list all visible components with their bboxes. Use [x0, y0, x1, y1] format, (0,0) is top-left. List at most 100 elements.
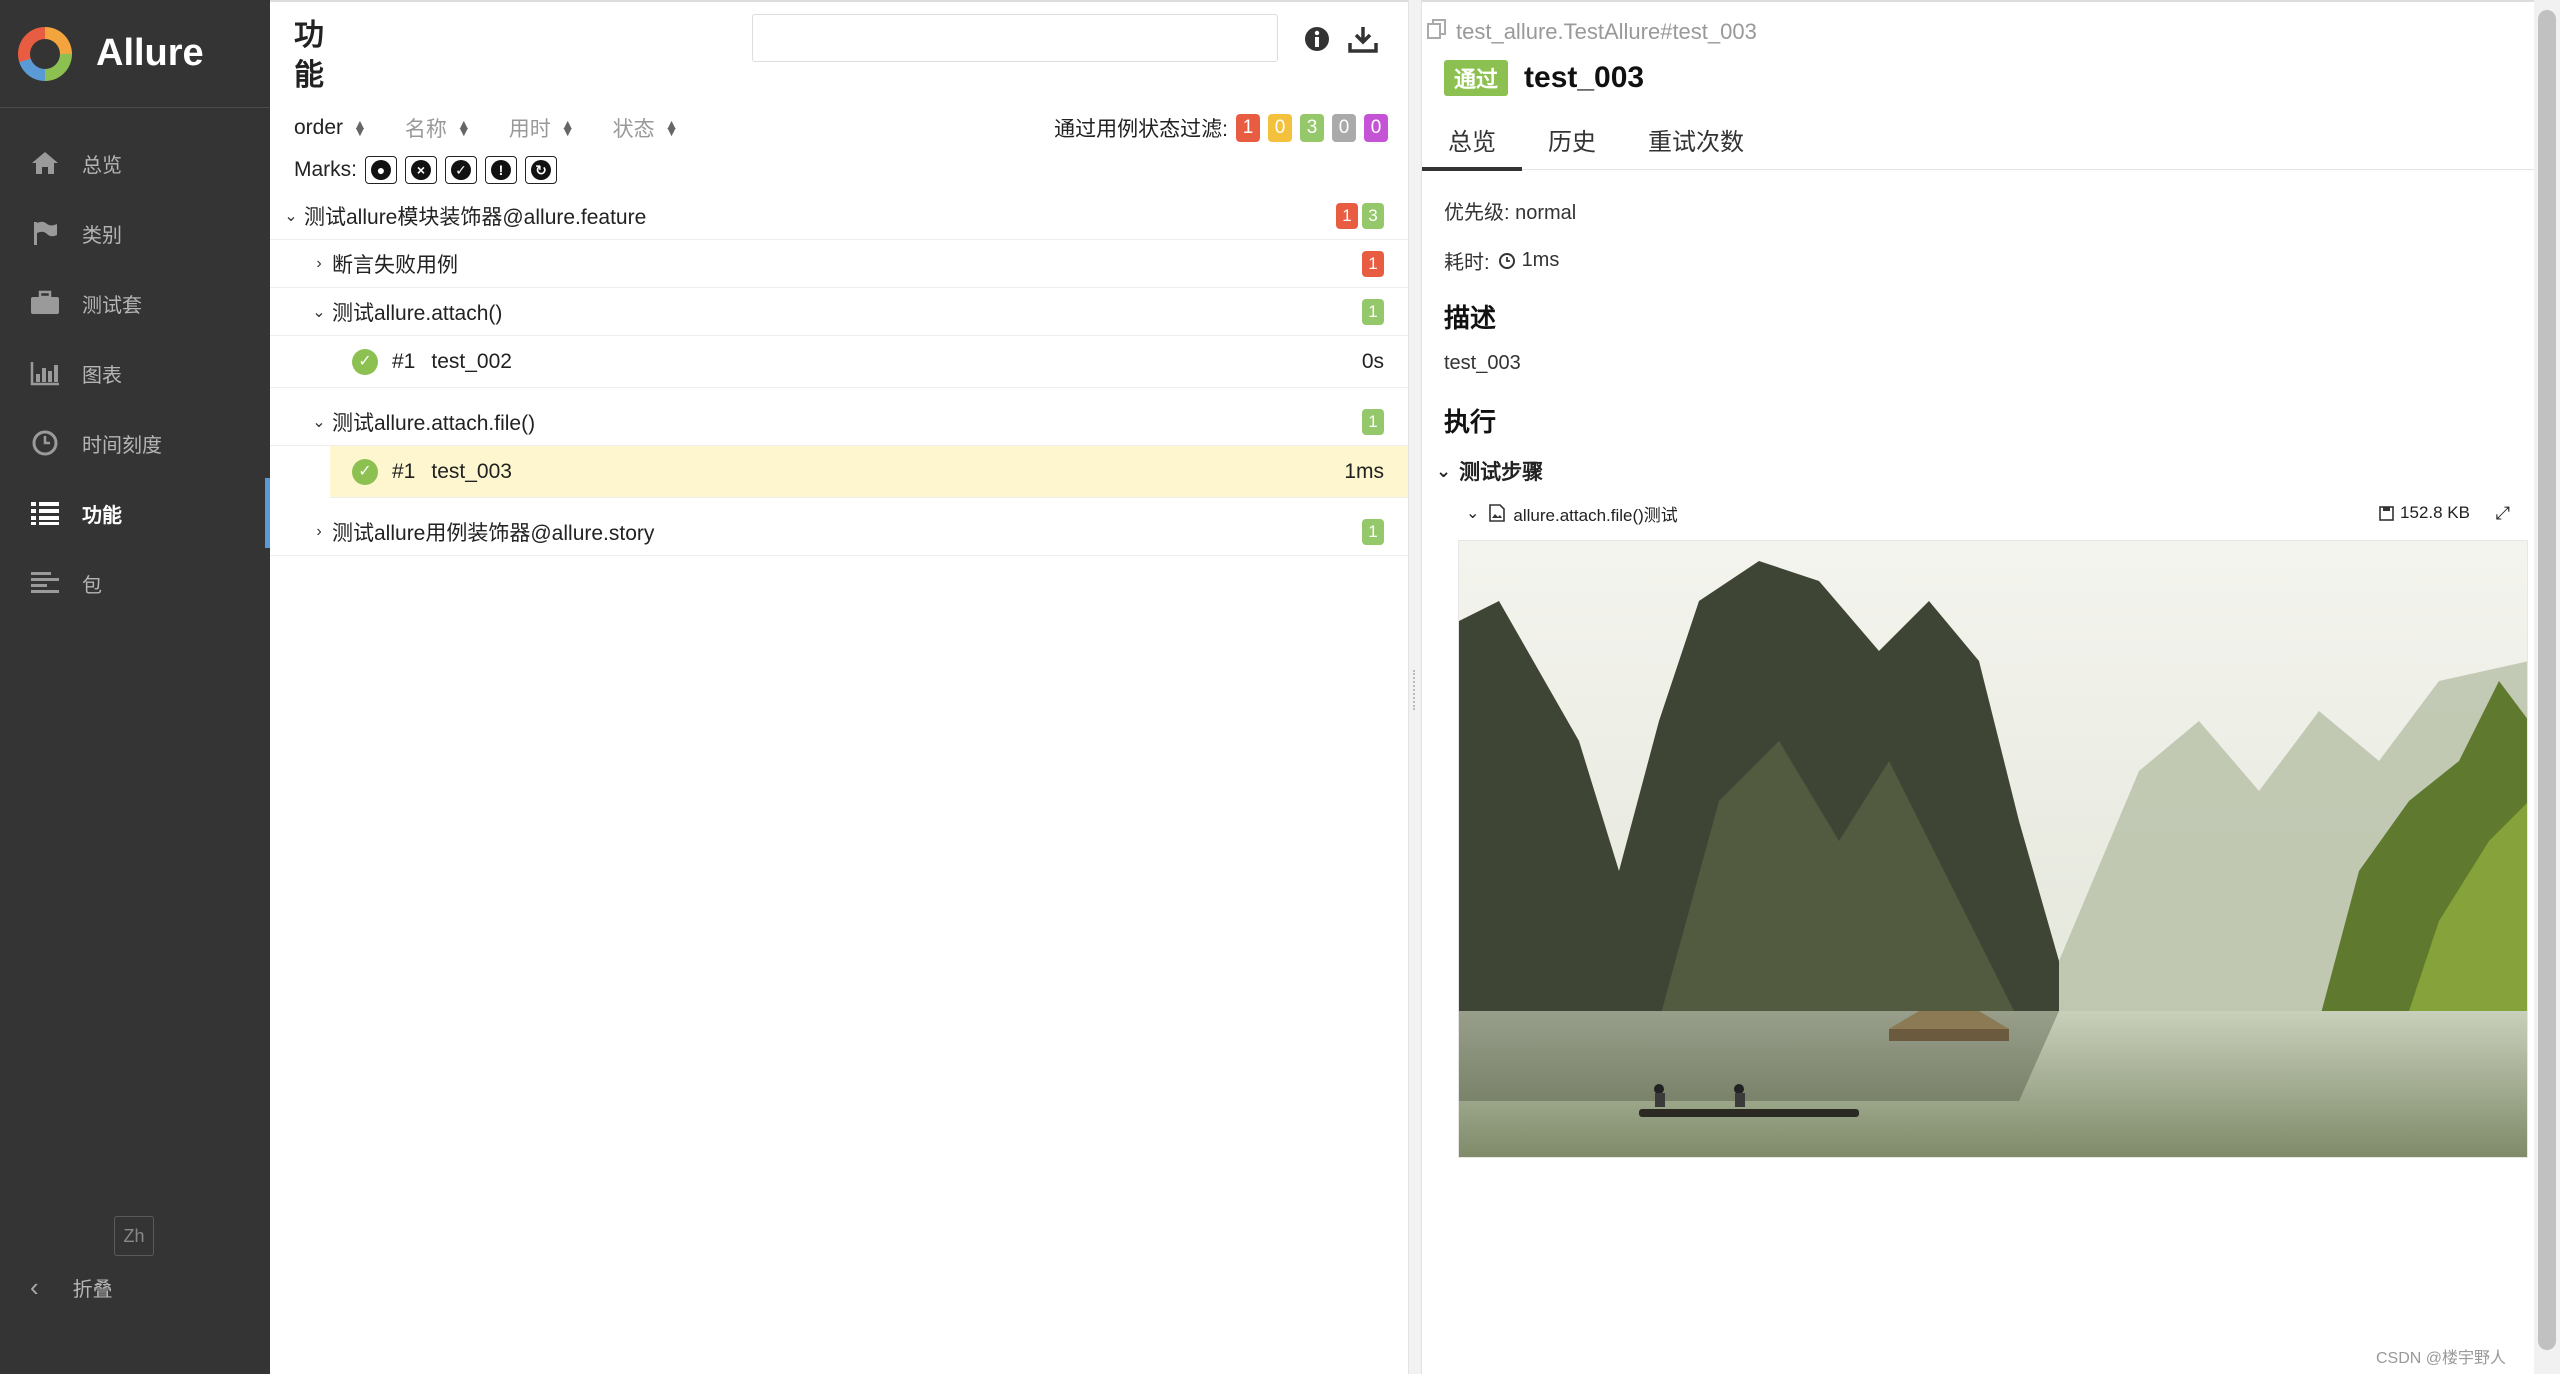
mark-new-passed[interactable]: ✓	[445, 156, 477, 184]
tree-node-label: 测试allure用例装饰器@allure.story	[332, 521, 655, 545]
duration-value: 1ms	[1521, 249, 1560, 271]
breadcrumb-text: test_allure.TestAllure#test_003	[1456, 19, 1757, 44]
attachment-name: allure.attach.file()测试	[1513, 505, 1678, 525]
sidebar-item-timeline[interactable]: 时间刻度	[0, 408, 270, 478]
search-input[interactable]	[752, 14, 1278, 62]
mark-new-failed[interactable]: ×	[405, 156, 437, 184]
sidebar-item-overview[interactable]: 总览	[0, 128, 270, 198]
sidebar-item-label: 总览	[82, 154, 122, 177]
tree-story-row[interactable]: ⌄ 测试allure.attach() 1	[270, 288, 1408, 336]
tree-story-row[interactable]: ⌄ 测试allure.attach.file() 1	[270, 398, 1408, 446]
tree-story-row[interactable]: › 测试allure用例装饰器@allure.story 1	[270, 508, 1408, 556]
filter-passed[interactable]: 3	[1300, 114, 1324, 142]
home-icon	[28, 148, 62, 178]
sidebar-item-label: 包	[82, 574, 102, 597]
clock-icon	[1498, 252, 1516, 270]
passed-status-icon: ✓	[352, 458, 378, 485]
chevron-down-icon: ⌄	[312, 413, 326, 431]
download-icon[interactable]	[1346, 22, 1380, 56]
node-counts: 1	[1358, 518, 1384, 545]
filter-unknown[interactable]: 0	[1364, 114, 1388, 142]
tree-node-label: 测试allure.attach.file()	[332, 411, 536, 435]
test-steps-header[interactable]: ⌄ 测试步骤	[1436, 456, 1543, 486]
node-counts: 1	[1358, 250, 1384, 277]
allure-logo	[18, 26, 72, 81]
attachment-size: 152.8 KB	[2379, 503, 2470, 523]
sort-duration[interactable]: 用时 ▲ ▼	[509, 113, 575, 143]
status-badge: 通过	[1444, 60, 1509, 96]
test-case-row-selected[interactable]: ✓ #1 test_003 1ms	[330, 446, 1408, 498]
result-tabs: 总览 历史 重试次数	[1422, 114, 2534, 171]
test-title-line: 通过 test_003	[1444, 60, 1644, 96]
sidebar-item-categories[interactable]: 类别	[0, 198, 270, 268]
filter-broken[interactable]: 0	[1268, 114, 1292, 142]
sort-name[interactable]: 名称 ▲ ▼	[405, 113, 471, 143]
times-circle-icon: ×	[411, 160, 431, 180]
count-passed: 1	[1362, 408, 1384, 435]
chevron-down-icon: ⌄	[1466, 505, 1480, 522]
language-switch[interactable]: Zh	[114, 1216, 154, 1256]
sidebar-item-packages[interactable]: 包	[0, 548, 270, 618]
behaviors-panel: 功能 order ▲ ▼ 名称 ▲ ▼ 用时 ▲ ▼ 状态 ▲ ▼ 通过用例状态过滤: 1 0 …	[270, 0, 1408, 1374]
mark-flaky[interactable]: ●	[365, 156, 397, 184]
tab-retries[interactable]: 重试次数	[1622, 114, 1770, 170]
sort-label: 用时	[508, 118, 551, 141]
brand[interactable]: Allure	[0, 0, 270, 108]
chevron-left-icon: ‹	[30, 1272, 39, 1302]
scrollbar-thumb[interactable]	[2538, 10, 2556, 1350]
sidebar-item-behaviors[interactable]: 功能	[0, 478, 270, 548]
page-title: 功能	[294, 19, 324, 92]
tree-story-row[interactable]: › 断言失败用例 1	[270, 240, 1408, 288]
test-case-row[interactable]: ✓ #1 test_002 0s	[270, 336, 1408, 388]
copy-icon[interactable]	[1426, 18, 1448, 46]
node-counts: 1	[1358, 298, 1384, 325]
align-left-icon	[28, 568, 62, 598]
sort-order[interactable]: order ▲ ▼	[294, 116, 367, 140]
test-title: test_003	[1524, 61, 1645, 94]
tree-feature-row[interactable]: ⌄ 测试allure模块装饰器@allure.feature 1 3	[270, 192, 1408, 240]
chevron-right-icon: ›	[316, 254, 322, 272]
sort-icon: ▲ ▼	[560, 116, 575, 139]
chevron-down-icon: ⌄	[1436, 460, 1452, 481]
sort-status[interactable]: 状态 ▲ ▼	[613, 113, 679, 143]
node-counts: 1 3	[1332, 202, 1384, 229]
breadcrumb[interactable]: test_allure.TestAllure#test_003	[1426, 18, 1757, 46]
collapse-button[interactable]: ‹ 折叠	[30, 1272, 113, 1303]
check-circle-icon: ✓	[451, 160, 471, 180]
sidebar-item-suites[interactable]: 测试套	[0, 268, 270, 338]
filter-skipped[interactable]: 0	[1332, 114, 1356, 142]
pane-resizer[interactable]	[1408, 0, 1422, 1374]
bar-chart-icon	[28, 358, 62, 388]
sidebar-item-label: 类别	[82, 224, 122, 247]
sort-icon: ▲ ▼	[664, 116, 679, 139]
attachment-size-value: 152.8 KB	[2400, 503, 2470, 522]
status-filter: 通过用例状态过滤: 1 0 3 0 0	[1054, 113, 1388, 143]
behaviors-tree: ⌄ 测试allure模块装饰器@allure.feature 1 3 › 断言失…	[270, 192, 1408, 556]
test-duration: 0s	[1361, 349, 1384, 373]
count-failed: 1	[1336, 202, 1358, 229]
save-icon	[2379, 505, 2394, 521]
tab-overview[interactable]: 总览	[1422, 114, 1522, 171]
exclamation-circle-icon: !	[491, 160, 511, 180]
filter-failed[interactable]: 1	[1236, 114, 1260, 142]
duration-line: 耗时: 1ms	[1444, 246, 1559, 275]
attachment-image	[1458, 540, 2528, 1158]
marks-bar: Marks: ● × ✓ ! ↻	[294, 156, 557, 184]
clock-icon	[28, 428, 62, 458]
bomb-icon: ●	[371, 160, 391, 180]
priority-line: 优先级: normal	[1444, 202, 1577, 224]
mark-new-broken[interactable]: !	[485, 156, 517, 184]
description-text: test_003	[1444, 352, 1521, 374]
sort-icon: ▲ ▼	[353, 116, 367, 139]
briefcase-icon	[28, 288, 62, 318]
sidebar-item-graphs[interactable]: 图表	[0, 338, 270, 408]
scrollbar[interactable]	[2534, 0, 2560, 1374]
mark-retries[interactable]: ↻	[525, 156, 557, 184]
sidebar-item-label: 测试套	[82, 294, 142, 317]
info-icon[interactable]	[1300, 22, 1334, 56]
list-icon	[28, 498, 62, 528]
tab-history[interactable]: 历史	[1522, 114, 1622, 170]
attachment-row[interactable]: ⌄ allure.attach.file()测试 152.8 KB ⤢	[1466, 498, 2510, 528]
passed-status-icon: ✓	[352, 348, 378, 375]
expand-icon[interactable]: ⤢	[2496, 503, 2510, 524]
